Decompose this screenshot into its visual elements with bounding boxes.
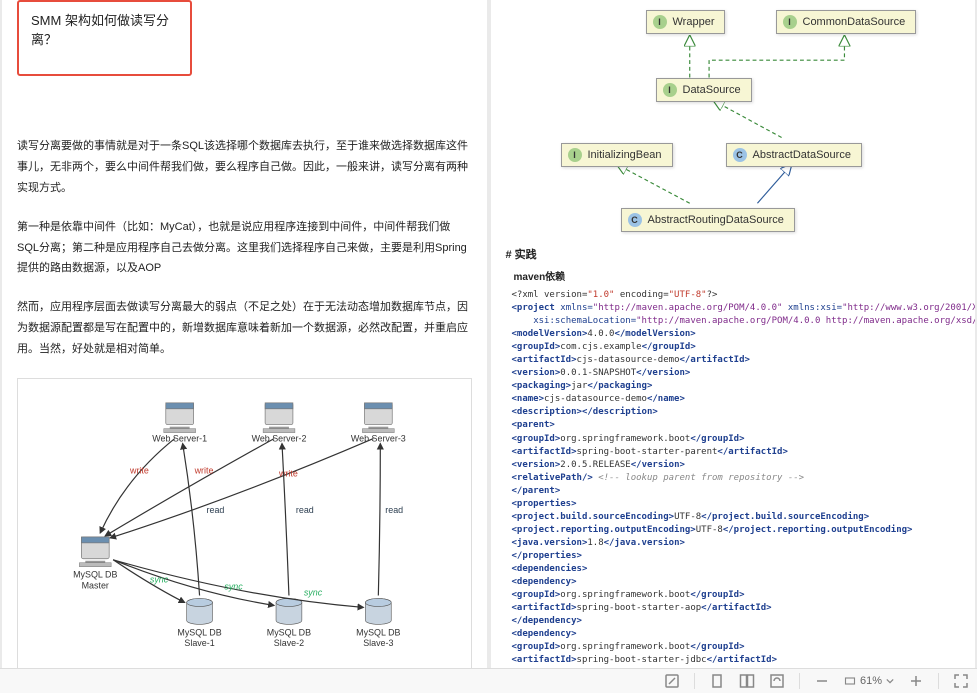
practice-heading: # 实践 bbox=[506, 246, 961, 262]
master-label-1: MySQL DB bbox=[73, 570, 117, 580]
svg-text:MySQL DB: MySQL DB bbox=[356, 627, 400, 637]
svg-text:sync: sync bbox=[224, 582, 243, 592]
svg-text:read: read bbox=[296, 505, 314, 515]
svg-text:MySQL DB: MySQL DB bbox=[177, 627, 221, 637]
interface-icon: I bbox=[783, 15, 797, 29]
svg-text:read: read bbox=[385, 505, 403, 515]
zoom-in-icon[interactable] bbox=[908, 673, 924, 689]
svg-text:Slave-2: Slave-2 bbox=[274, 638, 304, 648]
class-datasource: I DataSource bbox=[656, 78, 752, 102]
fullscreen-icon[interactable] bbox=[953, 673, 969, 689]
svg-text:write: write bbox=[278, 468, 298, 478]
interface-icon: I bbox=[653, 15, 667, 29]
page-right: I Wrapper I CommonDataSource I DataSourc… bbox=[491, 0, 976, 668]
class-label: DataSource bbox=[683, 84, 741, 96]
class-label: InitializingBean bbox=[588, 149, 662, 161]
architecture-diagram: Web Server-1 Web Server-2 Web Server-3 M… bbox=[17, 378, 472, 668]
interface-icon: I bbox=[568, 148, 582, 162]
paragraph-2: 第一种是依靠中间件（比如：MyCat），也就是说应用程序连接到中间件，中间件帮我… bbox=[17, 217, 472, 280]
zoom-value: 61% bbox=[860, 675, 882, 687]
svg-text:write: write bbox=[129, 465, 149, 475]
maven-subhead: maven依赖 bbox=[514, 268, 961, 283]
web-server-1-label: Web Server-1 bbox=[152, 434, 207, 444]
paragraph-1: 读写分离要做的事情就是对于一条SQL该选择哪个数据库去执行，至于谁来做选择数据库… bbox=[17, 136, 472, 199]
chevron-down-icon bbox=[886, 677, 894, 685]
web-server-2-label: Web Server-2 bbox=[252, 434, 307, 444]
class-diagram: I Wrapper I CommonDataSource I DataSourc… bbox=[506, 8, 961, 238]
svg-text:Slave-1: Slave-1 bbox=[184, 638, 214, 648]
svg-text:sync: sync bbox=[304, 588, 323, 598]
scroll-mode-icon[interactable] bbox=[769, 673, 785, 689]
paragraph-3: 然而，应用程序层面去做读写分离最大的弱点（不足之处）在于无法动态增加数据库节点，… bbox=[17, 297, 472, 360]
class-initializing-bean: I InitializingBean bbox=[561, 143, 673, 167]
svg-text:MySQL DB: MySQL DB bbox=[267, 627, 311, 637]
single-page-icon[interactable] bbox=[709, 673, 725, 689]
class-label: Wrapper bbox=[673, 16, 715, 28]
class-abstract-datasource: C AbstractDataSource bbox=[726, 143, 862, 167]
xml-code-block: <?xml version="1.0" encoding="UTF-8"?><p… bbox=[512, 289, 961, 668]
svg-text:write: write bbox=[194, 465, 214, 475]
svg-text:sync: sync bbox=[150, 575, 169, 585]
zoom-out-icon[interactable] bbox=[814, 673, 830, 689]
article-subtitle bbox=[31, 56, 178, 66]
svg-text:read: read bbox=[207, 505, 225, 515]
status-bar: 61% bbox=[0, 668, 977, 693]
two-page-icon[interactable] bbox=[739, 673, 755, 689]
svg-text:Slave-3: Slave-3 bbox=[363, 638, 393, 648]
class-label: AbstractDataSource bbox=[753, 149, 851, 161]
class-label: AbstractRoutingDataSource bbox=[648, 214, 784, 226]
class-common-datasource: I CommonDataSource bbox=[776, 10, 917, 34]
document-view: SMM 架构如何做读写分离？ 读写分离要做的事情就是对于一条SQL该选择哪个数据… bbox=[0, 0, 977, 668]
class-wrapper: I Wrapper bbox=[646, 10, 726, 34]
master-label-2: Master bbox=[82, 581, 109, 591]
class-icon: C bbox=[733, 148, 747, 162]
zoom-level[interactable]: 61% bbox=[844, 675, 894, 687]
interface-icon: I bbox=[663, 83, 677, 97]
page-left: SMM 架构如何做读写分离？ 读写分离要做的事情就是对于一条SQL该选择哪个数据… bbox=[2, 0, 487, 668]
find-icon[interactable] bbox=[664, 673, 680, 689]
class-label: CommonDataSource bbox=[803, 16, 906, 28]
article-title: SMM 架构如何做读写分离？ bbox=[31, 10, 178, 48]
web-server-3-label: Web Server-3 bbox=[351, 434, 406, 444]
title-callout: SMM 架构如何做读写分离？ bbox=[17, 0, 192, 76]
class-icon: C bbox=[628, 213, 642, 227]
class-abstract-routing-datasource: C AbstractRoutingDataSource bbox=[621, 208, 795, 232]
